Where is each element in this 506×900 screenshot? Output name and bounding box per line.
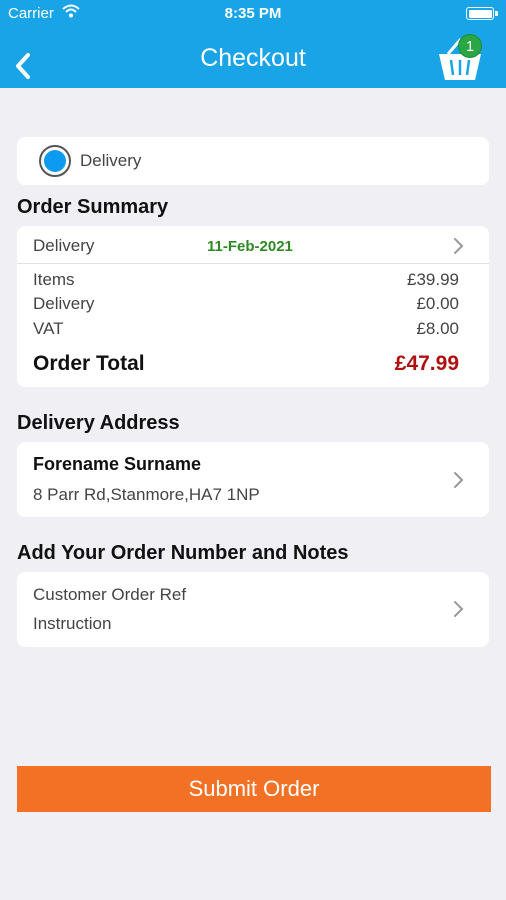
status-time: 8:35 PM: [224, 5, 282, 22]
items-value: £39.99: [407, 270, 459, 289]
battery-icon: [466, 7, 498, 20]
order-summary-card: Delivery 11-Feb-2021 Items £39.99 Delive…: [17, 226, 489, 387]
delivery-option-card[interactable]: Delivery: [17, 137, 489, 185]
delivery-date-row[interactable]: Delivery 11-Feb-2021: [17, 226, 489, 264]
delivery-address-card[interactable]: Forename Surname 8 Parr Rd,Stanmore,HA7 …: [17, 442, 489, 517]
order-total-label: Order Total: [33, 352, 145, 375]
nav-header: Carrier 8:35 PM Checkout 1: [0, 0, 506, 88]
vat-line: VAT £8.00: [33, 319, 459, 339]
basket-button[interactable]: 1: [434, 34, 490, 86]
order-total-value: £47.99: [394, 352, 459, 375]
delivery-option-label: Delivery: [80, 151, 142, 170]
chevron-right-icon: [454, 472, 464, 488]
order-notes-title: Add Your Order Number and Notes: [17, 542, 349, 564]
cart-count-badge: 1: [458, 34, 482, 58]
items-label: Items: [33, 270, 75, 289]
delivery-address-title: Delivery Address: [17, 412, 180, 434]
instruction-label: Instruction: [33, 614, 112, 633]
delivery-radio[interactable]: [39, 145, 71, 177]
page-title: Checkout: [200, 44, 306, 72]
address-text: 8 Parr Rd,Stanmore,HA7 1NP: [33, 485, 260, 504]
delivery-date-label: Delivery: [33, 236, 95, 255]
chevron-right-icon: [454, 238, 464, 254]
vat-value: £8.00: [416, 319, 459, 338]
status-bar: Carrier 8:35 PM: [0, 0, 506, 28]
order-summary-title: Order Summary: [17, 196, 169, 218]
order-notes-card[interactable]: Customer Order Ref Instruction: [17, 572, 489, 647]
items-line: Items £39.99: [33, 270, 459, 290]
order-total-line: Order Total £47.99: [33, 352, 459, 376]
delivery-cost-value: £0.00: [416, 294, 459, 313]
chevron-right-icon: [454, 601, 464, 617]
delivery-date: 11-Feb-2021: [207, 238, 293, 255]
delivery-cost-label: Delivery: [33, 294, 95, 313]
vat-label: VAT: [33, 319, 64, 338]
radio-selected-dot: [44, 150, 66, 172]
submit-order-button[interactable]: Submit Order: [17, 766, 491, 812]
address-name: Forename Surname: [33, 454, 202, 474]
order-ref-label: Customer Order Ref: [33, 585, 187, 604]
delivery-line: Delivery £0.00: [33, 294, 459, 314]
